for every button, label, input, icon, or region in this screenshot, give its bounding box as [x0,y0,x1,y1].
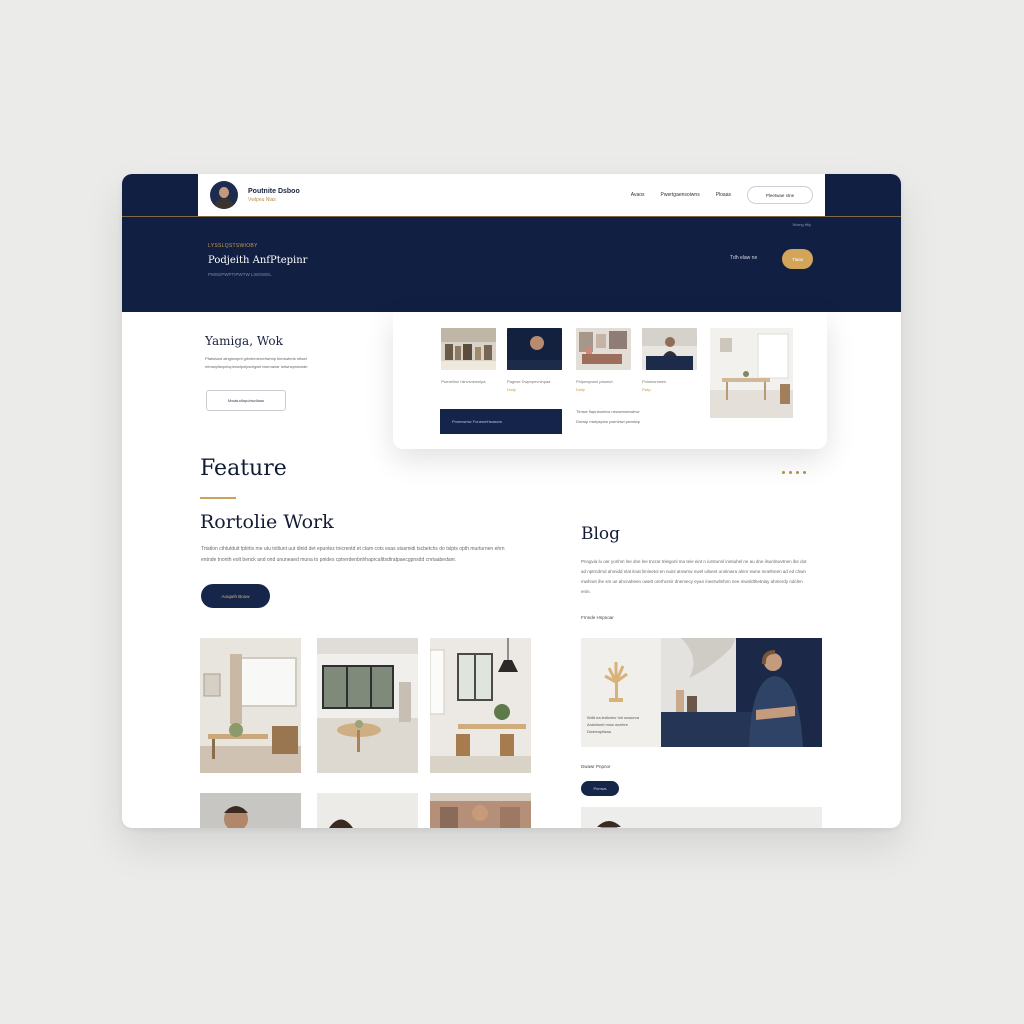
blog-feature-caption: Wdlt ea ledlcntcr hnl sowcnra Aniwtnnel … [587,714,639,735]
portfolio-text: Trtatlon cthtutduit fptirtis me utu totl… [201,546,505,563]
dot-2[interactable] [789,471,792,474]
header-divider [122,216,901,217]
blog-category[interactable]: Frnnde Hnpnoar [581,615,614,620]
nav-link-1[interactable]: Avaos [631,192,645,198]
hero-title: Podjeith AnfPtepinr [208,255,308,266]
dot-4[interactable] [803,471,806,474]
blog-caption-line-1: Wdlt ea ledlcntcr hnl sowcnra [587,715,640,720]
intro-text: Pfatslswd alngmwpnt gilmtnmenmtwmlp bims… [205,356,308,369]
blog-next-post-image[interactable] [581,807,822,828]
panel-large-image-dining[interactable] [710,328,793,418]
brand[interactable]: Poutnite Dsboo Vwlpeu Nlas [248,188,300,203]
hero-top-note: Wwng tftiy [792,222,811,227]
panel-caption-2: Pagnse Dwpnpevnlnpaa [507,379,551,384]
blog-author: Dwawr Pnpnor [581,764,611,769]
blog-read-button[interactable]: Pnmws [581,781,619,796]
website-window: Poutnite Dsboo Vwlpeu Nlas Avaos Pwertga… [122,174,901,828]
brand-title: Poutnite Dsboo [248,187,300,195]
avatar[interactable] [210,181,238,209]
brand-subtitle: Vwlpeu Nlas [248,196,276,203]
nav-link-3[interactable]: Ploaas [716,192,731,198]
panel-subcaption-2: Dwlp [507,387,516,392]
intro-button[interactable]: Mwatudlapobwdlaas [206,390,286,411]
portfolio-button[interactable]: Aoupeh Bouw [201,584,270,608]
panel-side-line-1: Tlmwe flapnbonlnw newwmnmwlnw [576,409,640,414]
intro-title: Yamiga, Wok [205,334,283,348]
panel-side-line-2: Dmwlp mwlpspnw pwmlnwl pwmlwp [576,419,641,424]
portfolio-image-portrait-2[interactable] [317,793,418,828]
carousel-dots[interactable] [782,471,806,474]
nav-link-2[interactable]: Pwertgaensoiwns [661,192,700,198]
portfolio-image-portrait-3[interactable] [430,793,531,828]
top-navigation-bar: Poutnite Dsboo Vwlpeu Nlas Avaos Pwertga… [198,174,825,216]
hero-secondary-link[interactable]: Tdh elaw ne [730,255,757,261]
panel-caption-3: Phlpewpwwl pawewi [576,379,613,384]
portfolio-image-portrait-1[interactable] [200,793,301,828]
featured-panel: Pwemilinn hiinvsnewnlpa Pagnse Dwpnpevnl… [393,312,827,449]
hero-kicker: LYSSLQSTSWIOBY [208,243,258,249]
main-nav: Avaos Pwertgaensoiwns Ploaas Pleetwae st… [631,186,813,204]
panel-caption-1: Pwemilinn hiinvsnewnlpa [441,379,486,384]
panel-subcaption-3: Dwlp [576,387,585,392]
blog-heading: Blog [581,524,621,544]
panel-subcaption-4: Pwlp [642,387,651,392]
panel-thumbnail-studio[interactable] [576,328,631,370]
portfolio-image-living-room[interactable] [200,638,301,773]
hero-subtitle: PWEEPWPTIPWTW LIWSWEL [208,272,272,277]
blog-text: Pnngvia lu oer yonhm lne dne lne tncrar … [581,559,807,594]
panel-caption-4: Pnlnmsnrwen [642,379,667,384]
panel-action-bar[interactable]: Pnmewmw FoneweHwasnw [440,409,562,434]
portfolio-heading: Rortolie Work [200,511,334,533]
portfolio-image-kitchen[interactable] [430,638,531,773]
blog-caption-line-2: Aniwtnnel mnw wcnhre [587,722,628,727]
feature-underline [200,497,236,499]
feature-heading: Feature [200,456,287,481]
panel-thumbnail-portrait[interactable] [507,328,562,370]
hero-cta-button[interactable]: Tlaas [782,249,813,269]
nav-contact-button[interactable]: Pleetwae stne [747,186,813,204]
panel-thumbnail-workspace[interactable] [642,328,697,370]
dot-3[interactable] [796,471,799,474]
portfolio-image-dining-area[interactable] [317,638,418,773]
dot-1[interactable] [782,471,785,474]
panel-thumbnail-kitchen[interactable] [441,328,496,370]
blog-caption-line-3: Dwenwptlsaa [587,729,611,734]
